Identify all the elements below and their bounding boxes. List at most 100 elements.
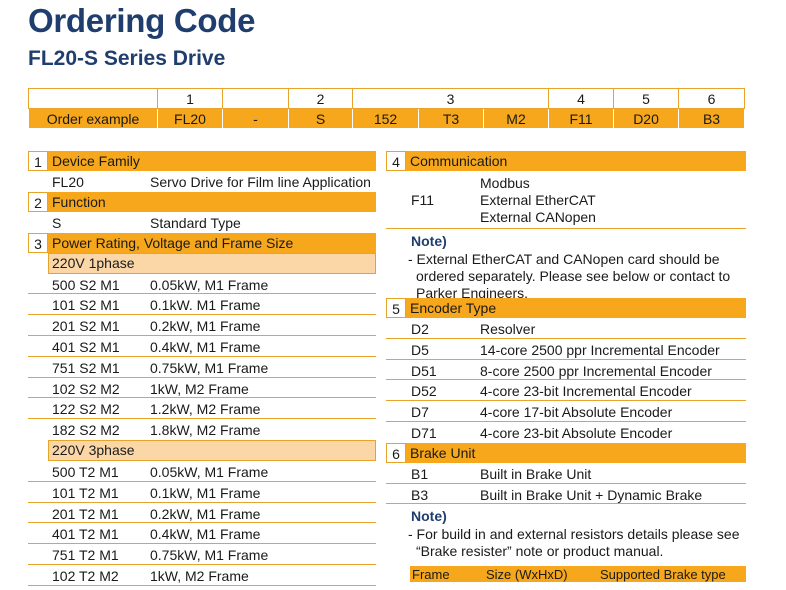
row-code: 401 T2 M1 [52,526,119,543]
section-number: 3 [28,232,48,253]
row-code: D71 [411,424,437,441]
section-title: Communication [410,153,508,169]
order-position-row: 1 2 3 4 5 6 [28,88,746,109]
order-example-cell: 152 [352,108,419,129]
row-desc: 1kW, M2 Frame [150,567,249,584]
table-row: 751 S2 M1 0.75kW, M1 Frame [28,357,376,378]
table-row: 201 S2 M1 0.2kW, M1 Frame [28,315,376,336]
row-desc: 0.2kW, M1 Frame [150,505,261,522]
table-row: 401 T2 M1 0.4kW, M1 Frame [28,523,376,545]
row-desc: 0.4kW, M1 Frame [150,338,261,355]
table-row: D2 Resolver [386,318,746,339]
table-row: 500 S2 M1 0.05kW, M1 Frame [28,274,376,295]
row-desc: Built in Brake Unit + Dynamic Brake [480,486,703,503]
order-num-cell: 5 [613,88,680,109]
comm-option: External CANopen [480,209,596,225]
communication-options: F11 Modbus External EtherCAT External CA… [386,171,746,229]
section-header-communication: 4 Communication [386,151,746,171]
row-code: 201 S2 M1 [52,318,120,335]
table-row: 101 S2 M1 0.1kW. M1 Frame [28,294,376,316]
left-column: 1 Device Family FL20 Servo Drive for Fil… [28,151,376,586]
table-row: D71 4-core 23-bit Absolute Encoder [386,422,746,443]
row-code: 182 S2 M2 [52,422,120,439]
row-desc: 0.05kW, M1 Frame [150,463,269,480]
table-row: 101 T2 M1 0.1kW, M1 Frame [28,482,376,503]
section-header-function: 2 Function [28,191,376,212]
brake-table-header: Frame Size (WxHxD) Supported Brake type [410,566,746,583]
table-row: 500 T2 M1 0.05kW, M1 Frame [28,461,376,482]
row-desc: 4-core 23-bit Absolute Encoder [480,424,673,441]
section-header-encoder-type: 5 Encoder Type [386,298,746,318]
note-text: - External EtherCAT and CANopen card sho… [408,251,731,301]
row-desc: 0.1kW. M1 Frame [150,297,261,314]
order-num-cell: 2 [288,88,353,109]
row-code: 751 S2 M1 [52,359,120,376]
brake-table-col-header: Size (WxHxD) [486,567,568,583]
order-example-cell: S [288,108,353,129]
section-title: Function [52,193,106,210]
section-header-power-rating: 3 Power Rating, Voltage and Frame Size [28,232,376,253]
order-num-cell: 1 [157,88,223,109]
order-example-row: Order example FL20 - S 152 T3 M2 F11 D20… [28,108,746,129]
table-row: B3 Built in Brake Unit + Dynamic Brake [386,484,746,505]
row-desc: Resolver [480,321,536,337]
row-code: D5 [411,341,429,358]
table-row: S Standard Type [28,212,376,233]
table-row: FL20 Servo Drive for Film line Applicati… [28,171,376,192]
right-column: 4 Communication F11 Modbus External Ethe… [386,151,746,583]
order-num-cell [28,88,158,109]
table-row: 401 S2 M1 0.4kW, M1 Frame [28,336,376,357]
brake-table-col-header: Supported Brake type [600,567,726,583]
row-desc: Standard Type [150,214,241,231]
section-number: 5 [386,298,406,318]
section-number: 4 [386,151,406,171]
table-row: B1 Built in Brake Unit [386,463,746,484]
row-desc: 1.8kW, M2 Frame [150,422,261,439]
row-code: D52 [411,383,437,400]
row-desc: Built in Brake Unit [480,465,592,482]
page-subtitle: FL20-S Series Drive [28,47,226,70]
row-desc: 0.75kW, M1 Frame [150,359,269,376]
table-row: 751 T2 M1 0.75kW, M1 Frame [28,544,376,565]
row-code: FL20 [52,174,84,190]
row-desc: 1kW, M2 Frame [150,380,249,397]
row-desc: 1.2kW, M2 Frame [150,401,261,418]
row-desc: 4-core 23-bit Incremental Encoder [480,383,692,400]
row-desc: 8-core 2500 ppr Incremental Encoder [480,362,712,379]
row-desc: 4-core 17-bit Absolute Encoder [480,404,673,421]
order-example-label: Order example [28,108,158,129]
order-example-table: 1 2 3 4 5 6 Order example FL20 - S 152 T… [28,88,746,129]
row-code: 101 S2 M1 [52,297,120,314]
group-label-1phase: 220V 1phase [48,252,376,274]
table-row: 102 S2 M2 1kW, M2 Frame [28,378,376,399]
order-num-cell: 6 [678,88,746,109]
row-code: 102 S2 M2 [52,380,120,397]
table-row: 102 T2 M2 1kW, M2 Frame [28,565,376,586]
section-title: Encoder Type [410,300,497,316]
comm-option: External EtherCAT [480,192,596,208]
order-example-cell: - [222,108,289,129]
order-example-cell: B3 [678,108,746,129]
row-code: 751 T2 M1 [52,547,119,564]
order-example-cell: FL20 [157,108,223,129]
row-code: D7 [411,404,429,421]
table-row: 182 S2 M2 1.8kW, M2 Frame [28,419,376,440]
brake-table-col-header: Frame [412,567,450,583]
comm-option: Modbus [480,175,530,191]
table-row: D52 4-core 23-bit Incremental Encoder [386,380,746,402]
row-desc: 0.75kW, M1 Frame [150,547,269,564]
section-title: Brake Unit [410,444,476,461]
order-example-cell: T3 [418,108,484,129]
order-num-cell [222,88,289,109]
row-code: S [52,214,62,231]
row-code: 122 S2 M2 [52,401,120,418]
section-number: 2 [28,191,48,212]
section-title: Device Family [52,153,140,169]
row-code: 201 T2 M1 [52,505,119,522]
table-row: 122 S2 M2 1.2kW, M2 Frame [28,398,376,420]
row-code: 101 T2 M1 [52,484,119,501]
note-title: Note) [411,508,447,525]
order-example-cell: M2 [482,108,550,129]
row-desc: 0.4kW, M1 Frame [150,526,261,543]
row-code: B3 [411,486,429,503]
